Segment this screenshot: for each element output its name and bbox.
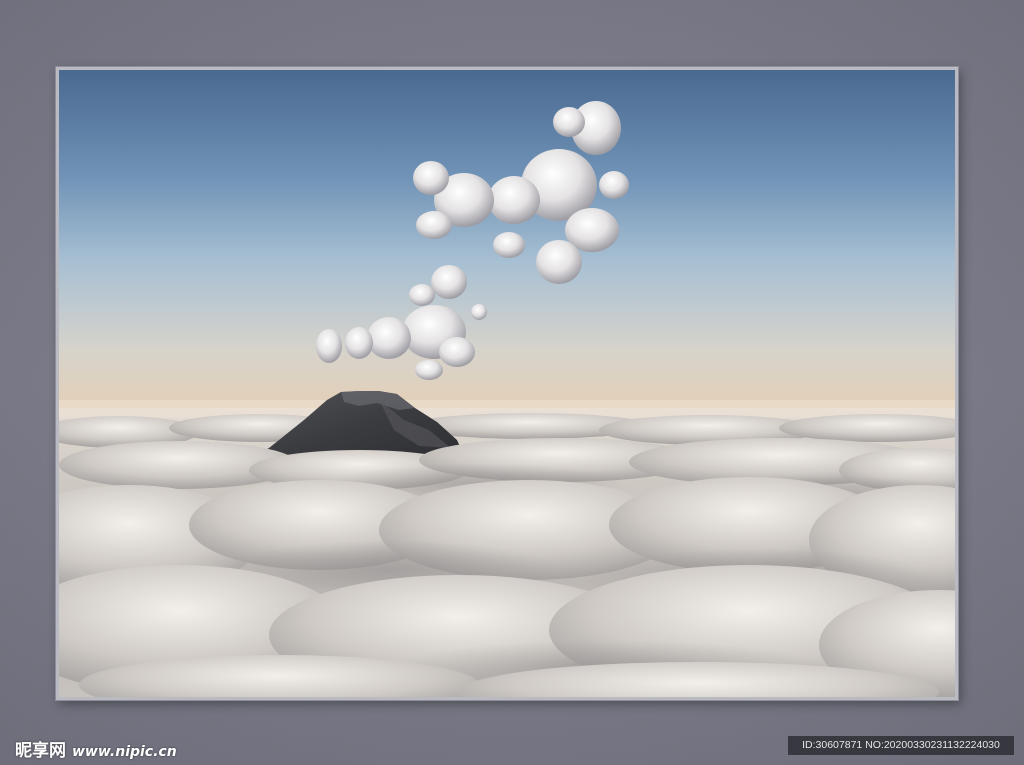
- watermark-logo: 昵享网 www.nipic.cn: [15, 736, 177, 761]
- watermark-site-url: www.nipic.cn: [72, 744, 177, 760]
- image-id-label: ID:30607871 NO:20200330231132224030: [788, 736, 1014, 755]
- picture-frame: [56, 67, 958, 700]
- watermark-site-name: 昵享网: [15, 741, 66, 761]
- mountain-above-clouds-photo: [59, 70, 955, 697]
- cloud-sea-near: [59, 477, 955, 697]
